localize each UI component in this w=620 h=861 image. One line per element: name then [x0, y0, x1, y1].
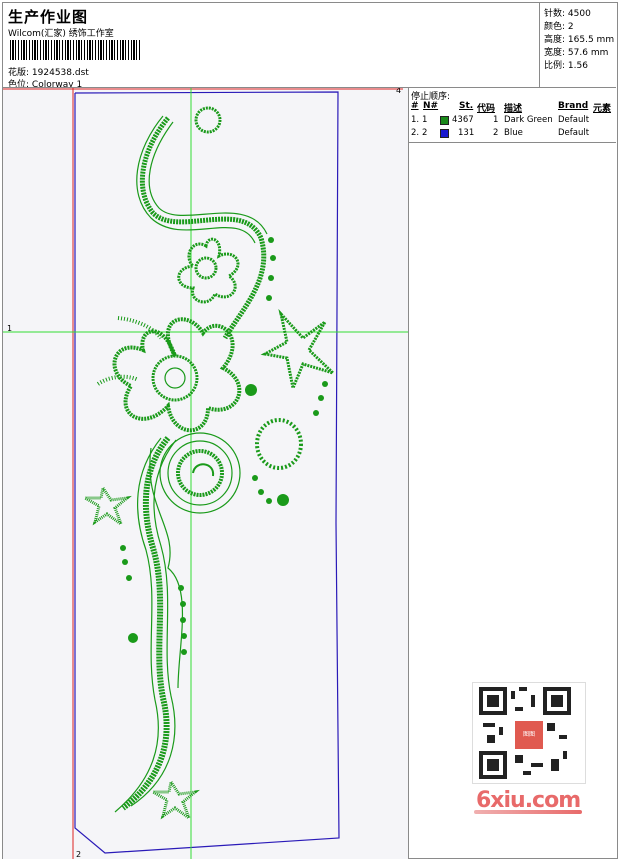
- stat-width: 宽度: 57.6 mm: [544, 48, 609, 58]
- row-brand: Default: [558, 128, 590, 138]
- col-header-needle: N#: [423, 101, 439, 111]
- row-description: Dark Green: [504, 115, 553, 125]
- col-header-code: 代码: [477, 104, 496, 114]
- row-code: 1: [493, 115, 499, 125]
- table-row: 1. 1 4367 1 Dark Green Default: [409, 115, 616, 127]
- stat-height: 高度: 165.5 mm: [544, 35, 615, 45]
- col-header-description: 描述: [504, 104, 523, 114]
- guide-marker-4: 4: [396, 88, 402, 95]
- col-header-stitches: St.: [459, 101, 474, 111]
- stats-panel: 针数: 4500 颜色: 2 高度: 165.5 mm 宽度: 57.6 mm …: [539, 3, 617, 87]
- barcode: [10, 40, 140, 60]
- row-needle: 1: [422, 115, 428, 125]
- col-header-index: #: [411, 101, 419, 111]
- header-panel: 生产作业图 Wilcom(汇家) 绣饰工作室 花版: 1924538.dst 色…: [3, 3, 539, 90]
- row-needle: 2: [422, 128, 428, 138]
- col-header-element: 元素: [593, 104, 612, 114]
- table-row: 2. 2 131 2 Blue Default: [409, 128, 616, 140]
- color-swatch: [440, 129, 449, 138]
- stat-stitches: 针数: 4500: [544, 9, 591, 19]
- watermark-logo: 图图: [513, 719, 545, 751]
- stat-scale: 比例: 1.56: [544, 61, 588, 71]
- stop-sequence-panel: 停止顺序: # N# St. 代码 描述 Brand 元素 1. 1 4367 …: [409, 88, 616, 143]
- motif-group: [79, 106, 335, 823]
- row-index: 1.: [411, 115, 420, 125]
- watermark-underline: [474, 810, 582, 814]
- row-stitches: 131: [458, 128, 475, 138]
- guide-marker-1: 1: [7, 324, 13, 333]
- embroidery-preview: [3, 88, 408, 859]
- color-swatch: [440, 116, 449, 125]
- row-code: 2: [493, 128, 499, 138]
- row-index: 2.: [411, 128, 420, 138]
- row-brand: Default: [558, 115, 590, 125]
- page-title: 生产作业图: [8, 8, 89, 26]
- stat-colors: 颜色: 2: [544, 22, 574, 32]
- design-canvas: 1 2 4: [3, 88, 409, 859]
- qr-code[interactable]: 图图: [472, 682, 586, 784]
- studio-subtitle: Wilcom(汇家) 绣饰工作室: [8, 29, 114, 39]
- col-header-brand: Brand: [558, 101, 589, 111]
- row-stitches: 4367: [452, 115, 474, 125]
- row-description: Blue: [504, 128, 523, 138]
- guide-marker-2: 2: [76, 850, 82, 859]
